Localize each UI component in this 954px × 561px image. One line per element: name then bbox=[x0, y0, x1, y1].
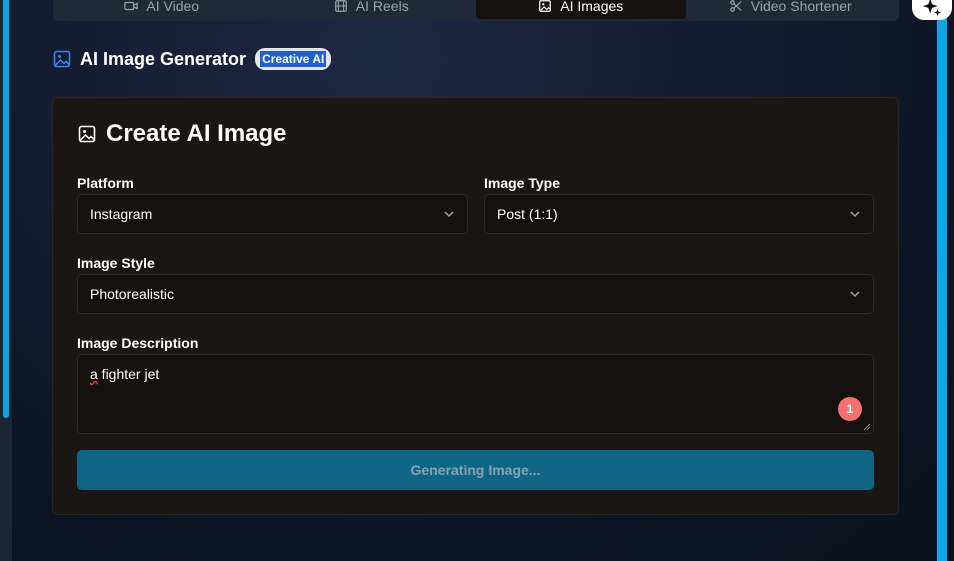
image-type-value: Post (1:1) bbox=[497, 206, 558, 222]
tab-video-shortener[interactable]: Video Shortener bbox=[686, 0, 896, 19]
tab-label: Video Shortener bbox=[750, 0, 852, 14]
create-image-card: Create AI Image Platform Instagram Image… bbox=[52, 97, 899, 515]
image-icon bbox=[78, 125, 96, 143]
right-edge-accent bbox=[937, 0, 947, 561]
sparkle-icon bbox=[922, 0, 942, 17]
tab-label: AI Reels bbox=[355, 0, 409, 14]
image-style-select[interactable]: Photorealistic bbox=[77, 274, 874, 314]
page-header: AI Image Generator Creative AI bbox=[53, 47, 332, 71]
chevron-down-icon bbox=[850, 291, 860, 298]
tab-ai-images[interactable]: AI Images bbox=[476, 0, 686, 19]
video-icon bbox=[124, 1, 139, 10]
film-icon bbox=[334, 0, 347, 12]
tab-ai-video[interactable]: AI Video bbox=[57, 0, 267, 19]
image-type-label: Image Type bbox=[484, 175, 560, 191]
platform-label: Platform bbox=[77, 175, 134, 191]
status-badge: Creative AI bbox=[255, 48, 332, 70]
feature-tabs: AI Video AI Reels AI Images Video Shorte… bbox=[53, 0, 899, 21]
tab-ai-reels[interactable]: AI Reels bbox=[267, 0, 477, 19]
scrollbar-thumb[interactable] bbox=[3, 0, 9, 418]
image-icon bbox=[539, 0, 552, 12]
card-title-text: Create AI Image bbox=[106, 120, 287, 147]
generate-image-button[interactable]: Generating Image... bbox=[77, 450, 874, 490]
chevron-down-icon bbox=[444, 211, 454, 218]
spelling-flagged-word: a bbox=[90, 366, 98, 382]
image-style-value: Photorealistic bbox=[90, 286, 175, 302]
image-description-label: Image Description bbox=[77, 335, 199, 351]
scissors-icon bbox=[729, 0, 742, 12]
writing-issue-badge[interactable]: 1 bbox=[838, 397, 862, 421]
platform-select[interactable]: Instagram bbox=[77, 194, 468, 234]
tab-label: AI Video bbox=[146, 0, 200, 14]
description-text: a fighter jet bbox=[90, 366, 159, 382]
left-scrollbar[interactable] bbox=[0, 0, 12, 561]
page-title: AI Image Generator bbox=[80, 48, 247, 69]
image-style-label: Image Style bbox=[77, 255, 155, 271]
image-icon bbox=[53, 50, 71, 68]
description-rest: fighter jet bbox=[97, 366, 160, 382]
image-type-select[interactable]: Post (1:1) bbox=[484, 194, 874, 234]
tab-label: AI Images bbox=[560, 0, 624, 14]
chevron-down-icon bbox=[850, 211, 860, 218]
assistant-button[interactable] bbox=[912, 0, 952, 20]
card-title: Create AI Image bbox=[78, 120, 287, 148]
resize-handle-icon[interactable] bbox=[863, 423, 871, 431]
image-description-input[interactable]: a fighter jet 1 bbox=[77, 354, 874, 434]
badge-label: Creative AI bbox=[260, 51, 327, 67]
platform-value: Instagram bbox=[90, 206, 153, 222]
